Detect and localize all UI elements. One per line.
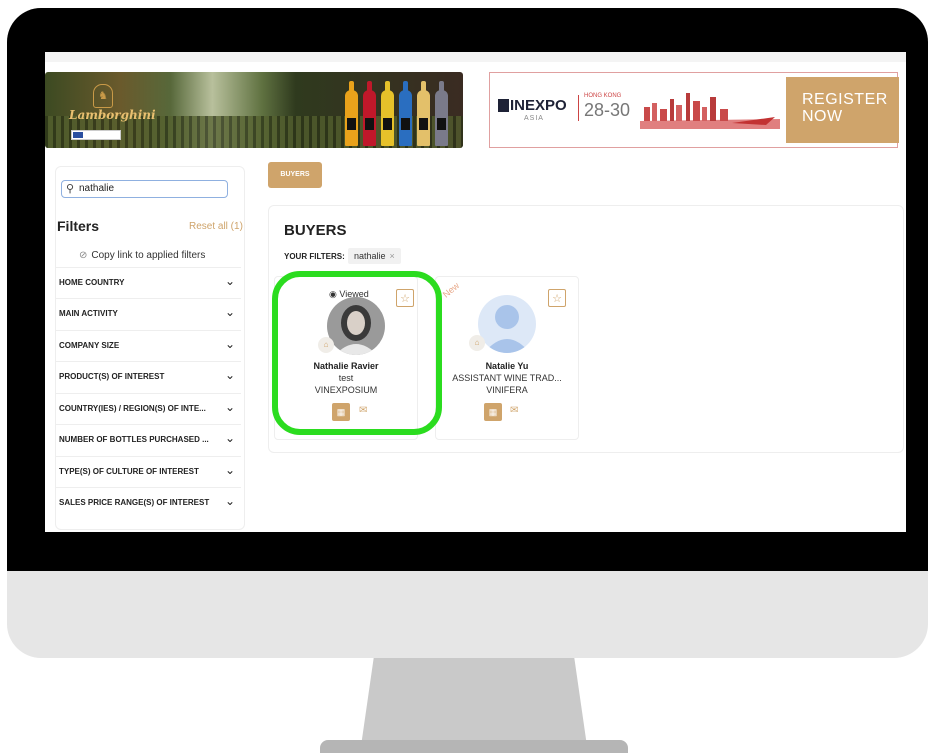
register-now-button[interactable]: REGISTER NOW bbox=[786, 77, 899, 143]
chevron-down-icon: ⌄ bbox=[224, 494, 235, 508]
filters-title: Filters bbox=[57, 218, 100, 234]
event-dates: 28-30 bbox=[584, 100, 631, 120]
mail-icon[interactable]: ✉ bbox=[510, 405, 518, 416]
wine-bottle-icon bbox=[381, 81, 394, 146]
skyline-graphic bbox=[640, 93, 780, 129]
filter-culture-type[interactable]: TYPE(S) OF CULTURE OF INTEREST ⌄ bbox=[55, 456, 241, 486]
wine-bottle-icon bbox=[435, 81, 448, 146]
top-strip bbox=[45, 52, 906, 62]
chip-label: nathalie bbox=[354, 251, 386, 261]
filter-number-of-bottles[interactable]: NUMBER OF BOTTLES PURCHASED ... ⌄ bbox=[55, 424, 241, 454]
divider bbox=[578, 95, 579, 121]
filter-chip[interactable]: nathalie × bbox=[348, 248, 401, 264]
vinexpo-sub: ASIA bbox=[524, 115, 544, 122]
monitor-frame: ♞ Lamborghini INEXPO ASIA HONG KONG 28-3… bbox=[7, 8, 928, 658]
flag-icon bbox=[71, 130, 121, 140]
new-tag: New bbox=[440, 280, 462, 300]
chevron-down-icon: ⌄ bbox=[224, 337, 235, 351]
buyer-company: VINIFERA bbox=[486, 385, 528, 395]
copy-link-label: Copy link to applied filters bbox=[91, 250, 206, 261]
crest-icon: ♞ bbox=[93, 84, 113, 108]
filter-label: NUMBER OF BOTTLES PURCHASED ... bbox=[59, 435, 209, 444]
chevron-down-icon: ⌄ bbox=[224, 368, 235, 382]
tab-buyers[interactable]: BUYERS bbox=[268, 162, 322, 188]
filter-countries-regions[interactable]: COUNTRY(IES) / REGION(S) OF INTE... ⌄ bbox=[55, 393, 241, 423]
chevron-down-icon: ⌄ bbox=[224, 274, 235, 288]
wine-bottle-icon bbox=[345, 81, 358, 146]
copy-link-button[interactable]: ⊘ Copy link to applied filters bbox=[79, 250, 205, 261]
search-value[interactable]: nathalie bbox=[79, 183, 114, 194]
favorite-star-icon[interactable]: ☆ bbox=[548, 289, 566, 307]
buyer-role: ASSISTANT WINE TRAD... bbox=[452, 373, 562, 383]
highlight-ring bbox=[272, 271, 442, 435]
screen: ♞ Lamborghini INEXPO ASIA HONG KONG 28-3… bbox=[45, 52, 906, 532]
filter-products-of-interest[interactable]: PRODUCT(S) OF INTEREST ⌄ bbox=[55, 361, 241, 391]
wine-bottle-icon bbox=[363, 81, 376, 146]
default-avatar-icon bbox=[484, 305, 530, 353]
monitor-bezel: ♞ Lamborghini INEXPO ASIA HONG KONG 28-3… bbox=[7, 8, 928, 571]
buyer-name[interactable]: Natalie Yu bbox=[436, 361, 578, 371]
buyer-card[interactable]: New ☆ ⌂ Natalie Yu ASSISTANT WINE TRAD..… bbox=[435, 276, 579, 440]
search-input[interactable]: ⚲ nathalie bbox=[61, 180, 228, 198]
filter-label: MAIN ACTIVITY bbox=[59, 309, 118, 318]
search-icon: ⚲ bbox=[66, 183, 75, 195]
wine-bottle-icon bbox=[417, 81, 430, 146]
vinexpo-brand: INEXPO bbox=[510, 97, 567, 114]
link-icon: ⊘ bbox=[79, 250, 88, 261]
filter-label: SALES PRICE RANGE(S) OF INTEREST bbox=[59, 498, 210, 507]
your-filters-label: YOUR FILTERS: bbox=[284, 252, 345, 261]
event-place: HONG KONG bbox=[584, 93, 622, 99]
filter-label: COMPANY SIZE bbox=[59, 341, 120, 350]
filter-sales-price-range[interactable]: SALES PRICE RANGE(S) OF INTEREST ⌄ bbox=[55, 487, 241, 517]
filter-company-size[interactable]: COMPANY SIZE ⌄ bbox=[55, 330, 241, 360]
filter-home-country[interactable]: HOME COUNTRY ⌄ bbox=[55, 267, 241, 297]
chevron-down-icon: ⌄ bbox=[224, 431, 235, 445]
filter-label: HOME COUNTRY bbox=[59, 278, 125, 287]
filter-label: COUNTRY(IES) / REGION(S) OF INTE... bbox=[59, 404, 206, 413]
wine-bottle-icon bbox=[399, 81, 412, 146]
calendar-icon[interactable]: ▦ bbox=[484, 403, 502, 421]
reset-all-link[interactable]: Reset all (1) bbox=[189, 221, 243, 232]
monitor-stand-base bbox=[320, 740, 628, 753]
chevron-down-icon: ⌄ bbox=[224, 305, 235, 319]
page-title: BUYERS bbox=[284, 222, 347, 239]
banner-logo-text: Lamborghini bbox=[69, 108, 156, 122]
company-badge-icon: ⌂ bbox=[469, 335, 485, 351]
close-icon[interactable]: × bbox=[390, 251, 395, 261]
vinexpo-logo-icon bbox=[498, 99, 509, 112]
avatar bbox=[478, 295, 536, 353]
filter-label: PRODUCT(S) OF INTEREST bbox=[59, 372, 165, 381]
filter-label: TYPE(S) OF CULTURE OF INTEREST bbox=[59, 467, 199, 476]
filter-main-activity[interactable]: MAIN ACTIVITY ⌄ bbox=[55, 298, 241, 328]
chevron-down-icon: ⌄ bbox=[224, 463, 235, 477]
monitor-stand bbox=[360, 658, 588, 753]
chevron-down-icon: ⌄ bbox=[224, 400, 235, 414]
sponsor-banner-lamborghini[interactable]: ♞ Lamborghini bbox=[45, 72, 463, 148]
sponsor-banner-vinexpo[interactable]: INEXPO ASIA HONG KONG 28-30 REGISTER NOW bbox=[489, 72, 899, 148]
